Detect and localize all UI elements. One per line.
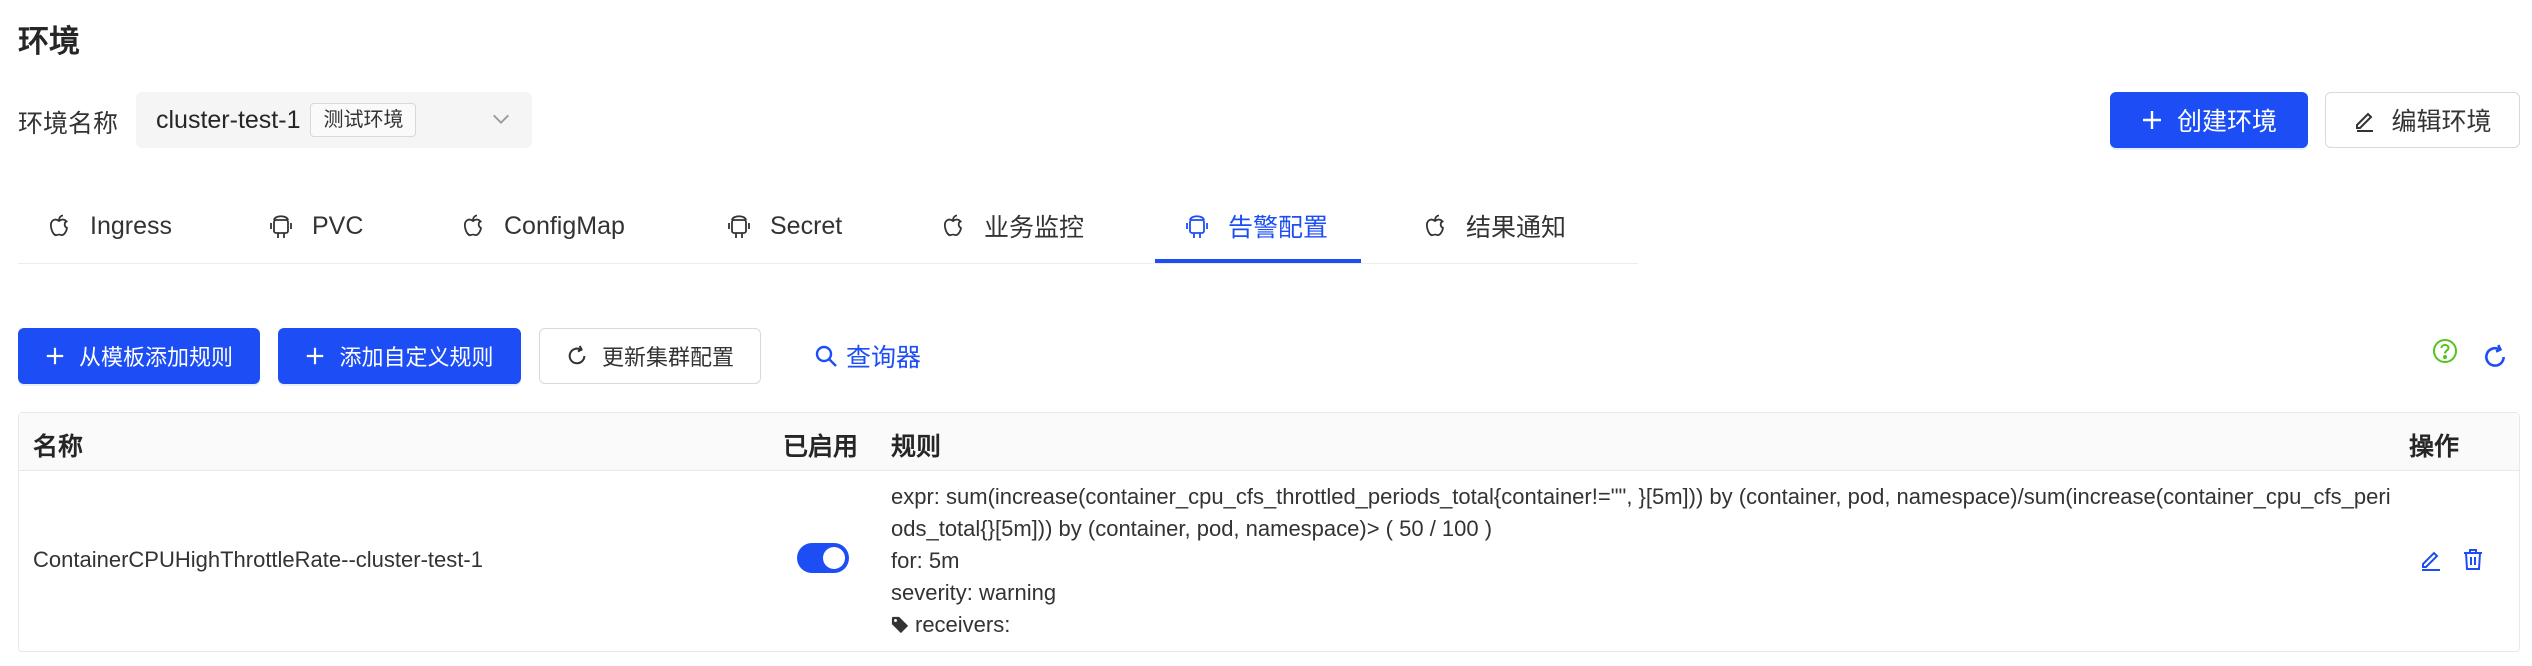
reload-icon <box>568 345 586 365</box>
enabled-toggle[interactable] <box>797 543 849 573</box>
help-icon[interactable] <box>2432 338 2458 364</box>
rule-severity: severity: warning <box>891 580 1057 605</box>
plus-icon <box>307 347 324 365</box>
toggle-knob <box>823 547 845 569</box>
page-title: 环境 <box>18 24 80 59</box>
tab-ingress[interactable]: Ingress <box>48 190 172 262</box>
edit-icon[interactable] <box>2419 547 2443 571</box>
tab-label: 业务监控 <box>984 214 1085 242</box>
android-icon <box>270 215 292 238</box>
apple-icon <box>943 214 963 237</box>
chevron-down-icon <box>493 114 509 124</box>
rule-expr: expr: sum(increase(container_cpu_cfs_thr… <box>891 484 2391 541</box>
edit-env-button[interactable]: 编辑环境 <box>2325 92 2520 148</box>
add-custom-rule-button[interactable]: 添加自定义规则 <box>278 328 521 384</box>
tab-label: Secret <box>770 211 843 240</box>
refresh-icon[interactable] <box>2482 344 2508 370</box>
edit-env-label: 编辑环境 <box>2391 108 2492 136</box>
tab-configmap[interactable]: ConfigMap <box>462 190 625 262</box>
edit-icon <box>2356 112 2374 132</box>
tab-label: ConfigMap <box>504 211 625 240</box>
rules-table: 名称 已启用 规则 操作 ContainerCPUHighThrottleRat… <box>18 412 2520 652</box>
table-header: 名称 已启用 规则 操作 <box>19 413 2519 471</box>
rule-receivers-label: receivers: <box>915 612 1011 637</box>
tab-label: 结果通知 <box>1466 214 1567 242</box>
delete-icon[interactable] <box>2461 547 2485 571</box>
tab-label: Ingress <box>90 211 172 240</box>
header-rule: 规则 <box>891 433 942 461</box>
env-select[interactable]: cluster-test-1 测试环境 <box>136 92 532 148</box>
search-icon <box>815 345 837 367</box>
android-icon <box>728 215 750 238</box>
plus-icon <box>46 347 64 365</box>
tab-active-indicator <box>1155 259 1361 263</box>
update-cluster-config-label: 更新集群配置 <box>601 345 734 370</box>
header-name: 名称 <box>33 433 84 461</box>
env-label: 环境名称 <box>18 110 119 138</box>
android-icon <box>1186 215 1208 238</box>
add-from-template-label: 从模板添加规则 <box>78 345 233 370</box>
tab-label: 告警配置 <box>1228 214 1329 242</box>
tag-icon <box>891 616 909 634</box>
apple-icon <box>463 214 483 237</box>
tab-alert-config[interactable]: 告警配置 <box>1186 190 1328 262</box>
add-custom-rule-label: 添加自定义规则 <box>339 345 494 370</box>
rule-name: ContainerCPUHighThrottleRate--cluster-te… <box>33 547 483 572</box>
apple-icon <box>49 214 69 237</box>
header-enabled: 已启用 <box>783 433 859 461</box>
rule-receivers: receivers: <box>891 609 2391 641</box>
env-type-tag: 测试环境 <box>310 103 417 137</box>
plus-icon <box>2142 111 2161 129</box>
rule-for: for: 5m <box>891 548 960 573</box>
tab-bar: Ingress PVC ConfigMap Secret 业务监控 告警配置 结… <box>18 190 1638 264</box>
update-cluster-config-button[interactable]: 更新集群配置 <box>539 328 761 384</box>
create-env-button[interactable]: 创建环境 <box>2110 92 2308 148</box>
header-ops: 操作 <box>2409 433 2460 461</box>
create-env-label: 创建环境 <box>2176 108 2277 136</box>
tab-result-notify[interactable]: 结果通知 <box>1424 190 1566 262</box>
apple-icon <box>1425 214 1445 237</box>
tab-label: PVC <box>312 211 364 240</box>
query-link-button[interactable]: 查询器 <box>814 338 921 374</box>
tab-business-monitor[interactable]: 业务监控 <box>942 190 1084 262</box>
rule-detail: expr: sum(increase(container_cpu_cfs_thr… <box>891 481 2391 641</box>
env-select-value: cluster-test-1 <box>156 105 301 134</box>
query-label: 查询器 <box>846 344 922 372</box>
tab-secret[interactable]: Secret <box>728 190 842 262</box>
table-row: ContainerCPUHighThrottleRate--cluster-te… <box>19 471 2519 653</box>
tab-pvc[interactable]: PVC <box>270 190 363 262</box>
add-from-template-button[interactable]: 从模板添加规则 <box>18 328 260 384</box>
